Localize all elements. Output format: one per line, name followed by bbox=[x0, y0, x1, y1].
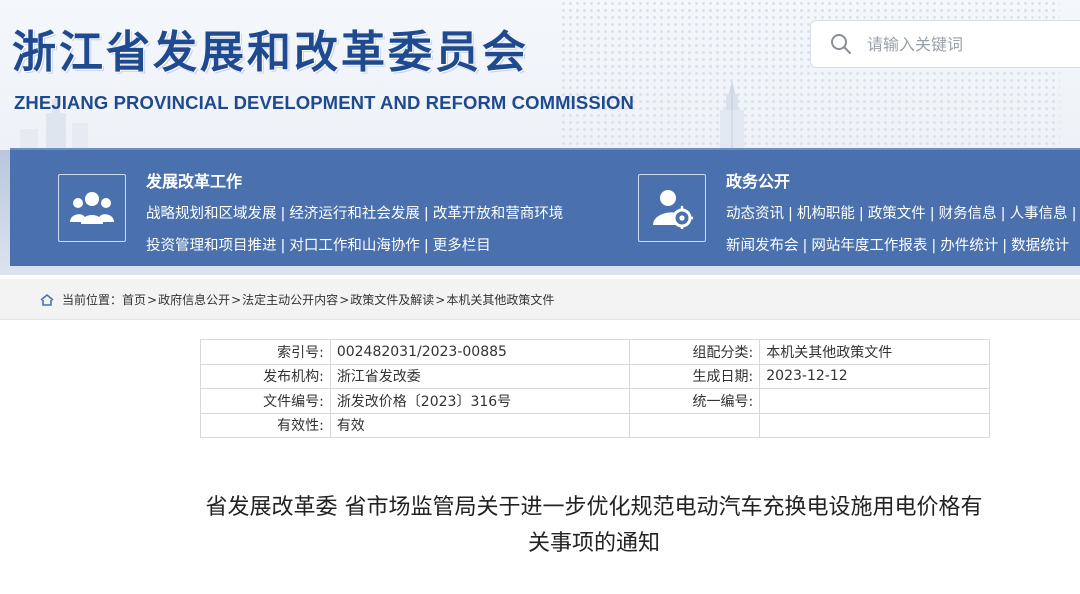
document-title-line1: 省发展改革委 省市场监管局关于进一步优化规范电动汽车充换电设施用电价格有 bbox=[205, 495, 983, 520]
meta-key-validity: 有效性: bbox=[200, 412, 331, 438]
site-title[interactable]: 浙江省发展和改革委员会 bbox=[12, 16, 529, 80]
meta-value-index-no: 002482031/2023-00885 bbox=[329, 339, 631, 365]
user-settings-icon bbox=[653, 190, 693, 229]
meta-key-date: 生成日期: bbox=[629, 363, 761, 389]
nav-section-reform-work: 发展改革工作 战略规划和区域发展 | 经济运行和社会发展 | 改革开放和营商环境 投资管… bbox=[58, 150, 578, 268]
nav-link-news[interactable]: 动态资讯 bbox=[726, 206, 784, 222]
site-subtitle: ZHEJIANG PROVINCIAL DEVELOPMENT AND REFO… bbox=[14, 92, 634, 113]
nav-links-gov-row2: 新闻发布会 | 网站年度工作报表 | 办件统计 | 数据统计 bbox=[726, 238, 1070, 254]
document-title-line2: 关事项的通知 bbox=[527, 531, 660, 556]
nav-link-press-conference[interactable]: 新闻发布会 bbox=[726, 238, 799, 254]
meta-key-index-no: 索引号: bbox=[200, 339, 331, 365]
meta-value-empty bbox=[759, 412, 990, 438]
meta-value-unified-no bbox=[759, 388, 990, 414]
nav-links-gov-row1: 动态资讯 | 机构职能 | 政策文件 | 财务信息 | 人事信息 | bbox=[726, 206, 1077, 222]
breadcrumb-item-gov-info[interactable]: 政府信息公开 bbox=[158, 291, 230, 308]
home-icon bbox=[40, 293, 54, 306]
nav-heading-reform[interactable]: 发展改革工作 bbox=[146, 168, 242, 192]
table-row: 文件编号: 浙发改价格〔2023〕316号 统一编号: bbox=[200, 388, 990, 414]
breadcrumb-bar: 当前位置： 首页 > 政府信息公开 > 法定主动公开内容 > 政策文件及解读 >… bbox=[0, 279, 1080, 320]
table-row: 发布机构: 浙江省发改委 生成日期: 2023-12-12 bbox=[200, 363, 990, 389]
nav-link-annual-report[interactable]: 网站年度工作报表 bbox=[811, 238, 927, 254]
meta-key-publisher: 发布机构: bbox=[200, 363, 331, 389]
search-input[interactable] bbox=[867, 34, 1067, 54]
meta-key-unified-no: 统一编号: bbox=[629, 388, 761, 414]
document-title: 省发展改革委 省市场监管局关于进一步优化规范电动汽车充换电设施用电价格有 关事项… bbox=[140, 490, 1048, 562]
breadcrumb-item-home[interactable]: 首页 bbox=[122, 291, 146, 308]
meta-value-date: 2023-12-12 bbox=[759, 363, 990, 389]
nav-link-finance-info[interactable]: 财务信息 bbox=[939, 206, 997, 222]
nav-icon-box-gov[interactable] bbox=[638, 174, 706, 242]
meta-key-empty bbox=[629, 412, 761, 438]
nav-link-functions[interactable]: 机构职能 bbox=[797, 206, 855, 222]
search-box[interactable] bbox=[810, 20, 1080, 68]
meta-key-category: 组配分类: bbox=[629, 339, 761, 365]
nav-section-government-affairs: 政务公开 动态资讯 | 机构职能 | 政策文件 | 财务信息 | 人事信息 | 新闻发布会 | 网站年… bbox=[638, 150, 1080, 268]
meta-key-doc-no: 文件编号: bbox=[200, 388, 331, 414]
nav-link-strategic-planning[interactable]: 战略规划和区域发展 bbox=[146, 206, 277, 222]
document-meta-table: 索引号: 002482031/2023-00885 组配分类: 本机关其他政策文… bbox=[200, 339, 990, 438]
table-row: 有效性: 有效 bbox=[200, 412, 990, 438]
nav-links-reform-row2: 投资管理和项目推进 | 对口工作和山海协作 | 更多栏目 bbox=[146, 238, 491, 254]
nav-heading-gov[interactable]: 政务公开 bbox=[726, 168, 790, 192]
nav-link-counterpart-work[interactable]: 对口工作和山海协作 bbox=[289, 238, 420, 254]
breadcrumb-label: 当前位置： bbox=[62, 293, 123, 307]
search-icon[interactable] bbox=[829, 32, 853, 56]
nav-link-reform-opening[interactable]: 改革开放和营商环境 bbox=[433, 206, 564, 222]
meta-value-doc-no: 浙发改价格〔2023〕316号 bbox=[329, 388, 631, 414]
nav-link-case-statistics[interactable]: 办件统计 bbox=[940, 238, 998, 254]
nav-icon-box-reform[interactable] bbox=[58, 174, 126, 242]
table-row: 索引号: 002482031/2023-00885 组配分类: 本机关其他政策文… bbox=[200, 339, 990, 365]
meta-value-publisher: 浙江省发改委 bbox=[329, 363, 631, 389]
main-nav: 发展改革工作 战略规划和区域发展 | 经济运行和社会发展 | 改革开放和营商环境 投资管… bbox=[10, 148, 1080, 266]
nav-link-investment-management[interactable]: 投资管理和项目推进 bbox=[146, 238, 277, 254]
tower-decoration bbox=[720, 80, 744, 150]
meta-value-validity: 有效 bbox=[329, 412, 631, 438]
breadcrumb: 当前位置： 首页 > 政府信息公开 > 法定主动公开内容 > 政策文件及解读 >… bbox=[40, 291, 554, 308]
people-icon bbox=[70, 192, 114, 224]
breadcrumb-item-statutory[interactable]: 法定主动公开内容 bbox=[242, 291, 338, 308]
meta-value-category: 本机关其他政策文件 bbox=[759, 339, 990, 365]
breadcrumb-item-other-policy[interactable]: 本机关其他政策文件 bbox=[446, 291, 554, 308]
nav-link-personnel-info[interactable]: 人事信息 bbox=[1010, 206, 1068, 222]
nav-links-reform-row1: 战略规划和区域发展 | 经济运行和社会发展 | 改革开放和营商环境 bbox=[146, 206, 564, 222]
nav-link-economic-operation[interactable]: 经济运行和社会发展 bbox=[289, 206, 420, 222]
site-header: 浙江省发展和改革委员会 ZHEJIANG PROVINCIAL DEVELOPM… bbox=[0, 0, 1080, 150]
nav-link-data-statistics[interactable]: 数据统计 bbox=[1011, 238, 1069, 254]
nav-link-more-columns[interactable]: 更多栏目 bbox=[433, 238, 491, 254]
nav-link-policy-documents[interactable]: 政策文件 bbox=[868, 206, 926, 222]
breadcrumb-item-policy-docs[interactable]: 政策文件及解读 bbox=[350, 291, 434, 308]
